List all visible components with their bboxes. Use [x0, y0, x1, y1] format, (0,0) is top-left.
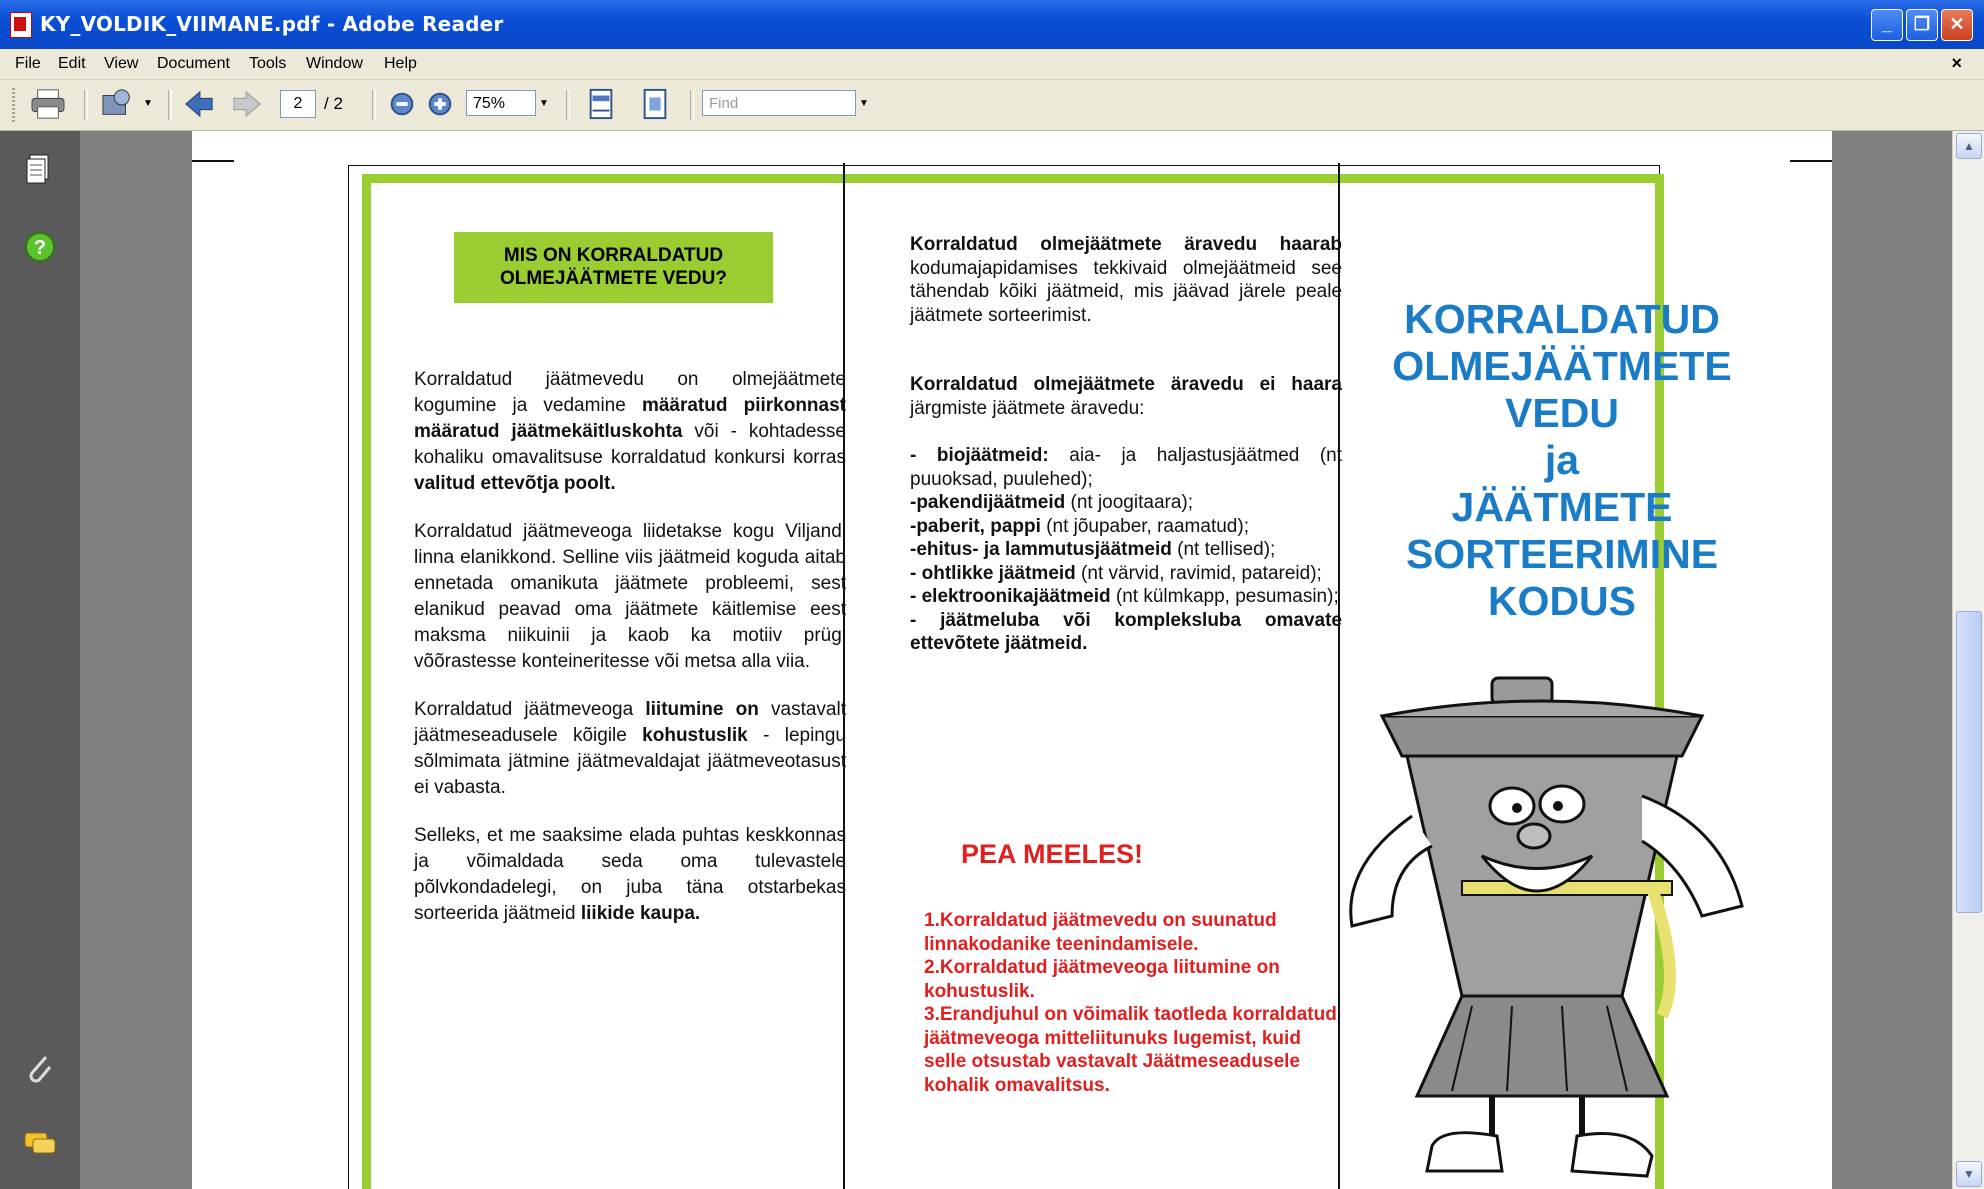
pdf-icon [10, 12, 32, 38]
crop-mark [1790, 160, 1832, 162]
restore-button[interactable]: ❐ [1906, 9, 1938, 41]
svg-text:?: ? [34, 237, 46, 259]
column-1-text: Korraldatud jäätmevedu on olmejäätmete k… [414, 367, 846, 927]
comments-icon[interactable] [22, 1127, 58, 1163]
paragraph: Korraldatud jäätmeveoga liidetakse kogu … [414, 521, 846, 672]
list-item: -paberit, pappi (nt jõupaber, raamatud); [910, 515, 1249, 537]
toolbar-separator [372, 90, 376, 120]
pages-icon[interactable] [22, 151, 58, 187]
document-close-button[interactable]: × [1951, 53, 1962, 74]
list-item: - ohtlikke jäätmeid (nt värvid, ravimid,… [910, 562, 1322, 584]
menu-tools[interactable]: Tools [249, 55, 286, 73]
fit-page-icon[interactable] [640, 88, 670, 120]
title-bar: KY_VOLDIK_VIIMANE.pdf - Adobe Reader _ ❐… [0, 0, 1984, 49]
toolbar-separator [690, 90, 694, 120]
title-line: VEDU [1505, 390, 1619, 436]
title-line: KORRALDATUD [1404, 296, 1720, 342]
prev-page-icon[interactable] [182, 88, 216, 120]
total-pages-label: / 2 [324, 94, 343, 113]
print-icon[interactable] [28, 88, 68, 120]
zoom-level-select[interactable]: 75% [466, 90, 536, 116]
window-title: KY_VOLDIK_VIIMANE.pdf - Adobe Reader [40, 12, 504, 36]
heading-line: MIS ON KORRALDATUD [503, 245, 724, 266]
title-line: SORTEERIMINE [1405, 531, 1719, 577]
next-page-icon[interactable] [230, 88, 264, 120]
vertical-scrollbar[interactable]: ▲ ▼ [1952, 131, 1984, 1189]
chevron-down-icon: ▼ [1963, 1167, 1975, 1181]
pdf-page: MIS ON KORRALDATUD OLMEJÄÄTMETE VEDU? Ko… [192, 131, 1832, 1189]
brochure-title: KORRALDATUD OLMEJÄÄTMETE VEDU ja JÄÄTMET… [1352, 296, 1772, 625]
menu-file[interactable]: File [15, 55, 41, 73]
scroll-down-button[interactable]: ▼ [1956, 1161, 1982, 1187]
menu-view[interactable]: View [104, 55, 138, 73]
toolbar-separator [84, 90, 88, 120]
title-line: KODUS [1487, 578, 1637, 624]
restore-icon: ❐ [1913, 14, 1931, 34]
title-line: OLMEJÄÄTMETE [1392, 343, 1732, 389]
menu-document[interactable]: Document [157, 55, 230, 73]
menu-help[interactable]: Help [384, 55, 417, 73]
reminder-list: 1.Korraldatud jäätmevedu on suunatud lin… [924, 909, 1342, 1097]
share-icon[interactable] [98, 88, 138, 120]
close-icon: ✕ [1949, 14, 1965, 34]
minimize-icon: _ [1881, 14, 1892, 34]
list-item: -ehitus- ja lammutusjäätmeid (nt tellise… [910, 539, 1276, 560]
reminder-heading: PEA MEELES! [960, 839, 1144, 869]
list-item: -pakendijäätmeid (nt joogitaara); [910, 492, 1194, 513]
menu-edit[interactable]: Edit [58, 55, 86, 73]
paragraph: Korraldatud jäätmeveoga liitumine on vas… [414, 699, 847, 798]
scroll-up-button[interactable]: ▲ [1956, 133, 1982, 159]
menu-window[interactable]: Window [306, 55, 363, 73]
reminder-item: 1.Korraldatud jäätmevedu on suunatud lin… [924, 910, 1277, 955]
menu-bar: File Edit View Document Tools Window Hel… [0, 49, 1984, 80]
reminder-item: 3.Erandjuhul on võimalik taotleda korral… [924, 1004, 1337, 1096]
minimize-button[interactable]: _ [1871, 9, 1903, 41]
list-item: - jäätmeluba või kompleksluba omavate et… [910, 609, 1342, 655]
toolbar-separator [566, 90, 570, 120]
crop-mark [192, 160, 234, 162]
zoom-dropdown-icon[interactable]: ▼ [536, 90, 552, 118]
scrollbar-thumb[interactable] [1956, 611, 1982, 913]
heading-line: OLMEJÄÄTMETE VEDU? [500, 268, 727, 289]
document-view[interactable]: MIS ON KORRALDATUD OLMEJÄÄTMETE VEDU? Ko… [80, 131, 1952, 1189]
close-button[interactable]: ✕ [1941, 9, 1973, 41]
trash-can-mascot-illustration [1349, 676, 1744, 1178]
paragraph: Korraldatud jäätmevedu on olmejäätmete k… [414, 369, 846, 494]
toolbar-separator [168, 90, 172, 120]
list-item: - elektroonikajäätmeid (nt külmkapp, pes… [910, 586, 1339, 607]
paragraph: Selleks, et me saaksime elada puhtas kes… [414, 825, 846, 924]
help-icon[interactable]: ? [22, 229, 58, 265]
chevron-up-icon: ▲ [1963, 139, 1975, 153]
reminder-item: 2.Korraldatud jäätmeveoga liitumine on k… [924, 957, 1280, 1002]
zoom-out-icon[interactable] [388, 88, 416, 120]
toolbar: ▼ 2 / 2 75% ▼ Find ▼ [0, 80, 1984, 131]
toolbar-grip[interactable] [12, 88, 15, 122]
title-line: ja [1544, 437, 1580, 483]
column-2-text: Korraldatud olmejäätmete äravedu haarab … [910, 233, 1342, 656]
paragraph: Korraldatud olmejäätmete äravedu ei haar… [910, 374, 1342, 419]
attachment-icon[interactable] [22, 1051, 58, 1087]
section-heading: MIS ON KORRALDATUD OLMEJÄÄTMETE VEDU? [454, 232, 773, 303]
find-dropdown-icon[interactable]: ▼ [856, 90, 872, 118]
title-line: JÄÄTMETE [1451, 484, 1673, 530]
zoom-in-icon[interactable] [426, 88, 454, 120]
paragraph: Korraldatud olmejäätmete äravedu haarab … [910, 234, 1342, 326]
current-page-input[interactable]: 2 [280, 90, 316, 118]
share-dropdown-icon[interactable]: ▼ [140, 90, 156, 118]
find-input[interactable]: Find [702, 90, 856, 116]
list-item: - biojäätmeid: aia- ja haljastusjäätmed … [910, 445, 1343, 490]
navigation-pane: ? [0, 131, 80, 1189]
fit-width-icon[interactable] [586, 88, 616, 120]
